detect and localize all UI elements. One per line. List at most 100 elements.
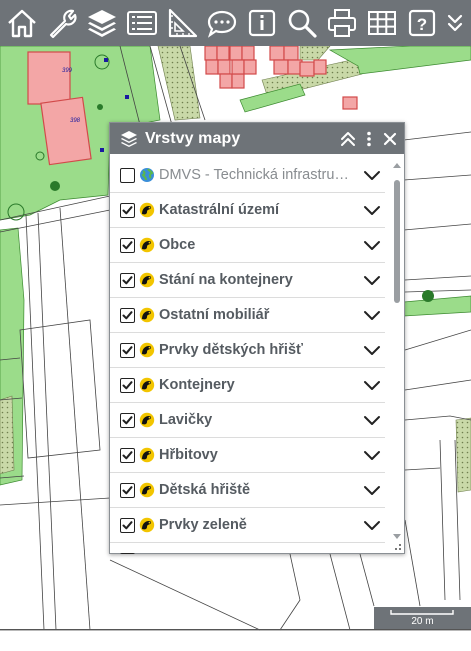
layer-checkbox[interactable] bbox=[120, 307, 135, 323]
grid-icon bbox=[368, 11, 396, 35]
layer-source-icon bbox=[139, 307, 155, 323]
layer-list: DMVS - Technická infrastrukt... Katastrál… bbox=[110, 154, 389, 554]
search-button[interactable] bbox=[282, 1, 322, 45]
chevron-down-icon[interactable] bbox=[363, 236, 381, 254]
tools-button[interactable] bbox=[42, 1, 82, 45]
checkmark-icon bbox=[122, 310, 133, 319]
scroll-down-icon[interactable] bbox=[392, 533, 402, 541]
layer-label: DMVS - Technická infrastrukt... bbox=[159, 167, 349, 183]
hatched-area bbox=[455, 417, 471, 493]
layer-checkbox[interactable] bbox=[120, 237, 135, 253]
layer-row[interactable]: Obce bbox=[110, 228, 385, 263]
chevron-double-down-icon bbox=[447, 14, 463, 32]
print-icon bbox=[328, 9, 356, 37]
layer-checkbox[interactable] bbox=[120, 342, 135, 358]
layer-row[interactable]: Prvky dětských hřišť bbox=[110, 333, 385, 368]
checkmark-icon bbox=[122, 520, 133, 529]
close-panel-button[interactable] bbox=[380, 123, 400, 154]
collapse-panel-button[interactable] bbox=[338, 123, 358, 154]
legend-button[interactable] bbox=[122, 1, 162, 45]
chevron-down-icon[interactable] bbox=[363, 166, 381, 184]
green-area bbox=[403, 295, 471, 317]
layer-row[interactable]: Prvky zeleně bbox=[110, 508, 385, 543]
ruler-triangle-icon bbox=[168, 8, 198, 38]
panel-title: Vrstvy mapy bbox=[145, 129, 241, 147]
layer-checkbox[interactable] bbox=[120, 202, 135, 218]
map-bottom-border bbox=[0, 629, 471, 630]
layer-row[interactable]: Dětská hřiště bbox=[110, 473, 385, 508]
layer-source-icon bbox=[139, 412, 155, 428]
layer-checkbox[interactable] bbox=[120, 552, 135, 554]
panel-menu-button[interactable] bbox=[362, 123, 376, 154]
chevron-down-icon[interactable] bbox=[363, 306, 381, 324]
layer-source-icon bbox=[139, 377, 155, 393]
scroll-up-icon[interactable] bbox=[392, 161, 402, 169]
layer-row[interactable]: Ostatní mobiliář bbox=[110, 298, 385, 333]
layer-label: Dětská hřiště bbox=[159, 482, 251, 498]
chevron-down-icon[interactable] bbox=[363, 271, 381, 289]
scrollbar-thumb[interactable] bbox=[394, 180, 400, 303]
hatched-area bbox=[0, 395, 15, 475]
layer-label: Lavičky bbox=[159, 412, 213, 428]
comment-button[interactable] bbox=[202, 1, 242, 45]
more-button[interactable] bbox=[442, 1, 468, 45]
layer-checkbox[interactable] bbox=[120, 517, 135, 533]
grid-button[interactable] bbox=[362, 1, 402, 45]
help-button[interactable]: ? bbox=[402, 1, 442, 45]
home-button[interactable] bbox=[2, 1, 42, 45]
layer-label: Ostatní mobiliář bbox=[159, 307, 270, 323]
layer-checkbox[interactable] bbox=[120, 482, 135, 498]
layer-row[interactable]: Hřbitovy bbox=[110, 438, 385, 473]
chevron-down-icon[interactable] bbox=[363, 341, 381, 359]
layer-label: Prvky dětských hřišť bbox=[159, 342, 303, 358]
layer-row[interactable]: Katastrální území bbox=[110, 193, 385, 228]
home-icon bbox=[8, 9, 36, 38]
layer-row[interactable]: DMVS - Technická infrastrukt... bbox=[110, 158, 385, 193]
info-button[interactable] bbox=[242, 1, 282, 45]
help-icon: ? bbox=[408, 9, 436, 37]
layer-source-icon bbox=[139, 482, 155, 498]
checkmark-icon bbox=[122, 275, 133, 284]
checkmark-icon bbox=[122, 485, 133, 494]
layer-checkbox[interactable] bbox=[120, 377, 135, 393]
wrench-icon bbox=[49, 9, 77, 39]
layer-source-icon bbox=[139, 237, 155, 253]
layer-source-icon bbox=[139, 202, 155, 218]
checkmark-icon bbox=[122, 380, 133, 389]
scale-bar: 20 m bbox=[374, 607, 471, 630]
layer-source-icon bbox=[139, 342, 155, 358]
print-button[interactable] bbox=[322, 1, 362, 45]
resize-grip-icon[interactable] bbox=[394, 543, 402, 551]
chevron-down-icon[interactable] bbox=[363, 446, 381, 464]
layer-label: Kontejnery bbox=[159, 377, 235, 393]
help-glyph: ? bbox=[417, 15, 427, 34]
layer-row[interactable]: Stání na kontejnery bbox=[110, 263, 385, 298]
layer-source-icon bbox=[139, 517, 155, 533]
scale-label: 20 m bbox=[411, 616, 434, 627]
toolbar: ? bbox=[0, 0, 471, 46]
layer-checkbox[interactable] bbox=[120, 447, 135, 463]
chevron-down-icon[interactable] bbox=[363, 481, 381, 499]
chevron-down-icon[interactable] bbox=[363, 411, 381, 429]
layer-label: Prvky zeleně bbox=[159, 517, 247, 533]
list-icon bbox=[127, 11, 157, 35]
chevron-down-icon[interactable] bbox=[363, 376, 381, 394]
chevron-down-icon[interactable] bbox=[363, 201, 381, 219]
layer-source-icon bbox=[139, 272, 155, 288]
layer-row-partial bbox=[110, 543, 385, 554]
layer-label: Hřbitovy bbox=[159, 447, 218, 463]
panel-header[interactable]: Vrstvy mapy bbox=[110, 123, 404, 154]
layer-list-scrollbar[interactable] bbox=[391, 161, 403, 541]
layers-button[interactable] bbox=[82, 1, 122, 45]
layer-checkbox[interactable] bbox=[120, 272, 135, 288]
checkmark-icon bbox=[122, 415, 133, 424]
layer-panel: Vrstvy mapy DMVS - Technická infrastrukt… bbox=[109, 122, 405, 554]
speech-bubble-icon bbox=[207, 10, 237, 38]
layer-checkbox[interactable] bbox=[120, 412, 135, 428]
chevron-down-icon[interactable] bbox=[363, 516, 381, 534]
layer-checkbox[interactable] bbox=[120, 167, 135, 183]
measure-button[interactable] bbox=[162, 1, 202, 45]
layer-row[interactable]: Kontejnery bbox=[110, 368, 385, 403]
layer-row[interactable]: Lavičky bbox=[110, 403, 385, 438]
checkmark-icon bbox=[122, 240, 133, 249]
